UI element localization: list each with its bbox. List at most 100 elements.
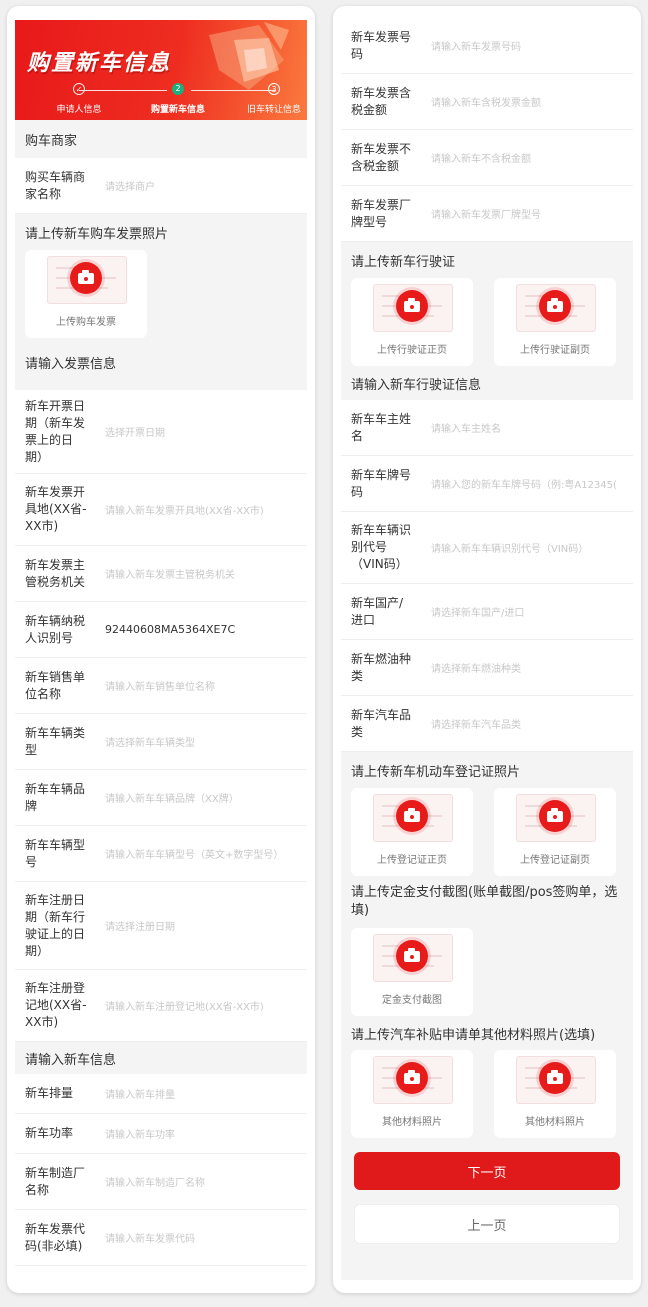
register-place-input[interactable]: 请输入新车注册登记地(XX省-XX市) (105, 998, 264, 1013)
field-label: 新车发票代码(非必填) (25, 1221, 86, 1253)
field-label: 新车车辆识别代号（VIN码） (351, 523, 412, 571)
step-1-label: 申请人信息 (56, 105, 102, 115)
section-newcar-info-title: 请输入新车信息 (15, 1042, 307, 1074)
section-registration-upload-title: 请上传新车机动车登记证照片 (341, 752, 633, 788)
field-label: 新车发票主管税务机关 (25, 557, 86, 589)
header-banner: 购置新车信息 ✓ 2 3 申请人信息 购置新车信息 旧车转让信息 (15, 20, 307, 120)
form-row-register-date[interactable]: 新车注册日期（新车行驶证上的日期） 请选择注册日期 (15, 882, 307, 970)
form-row-origin[interactable]: 新车国产/进口 请选择新车国产/进口 (341, 584, 633, 640)
taxpayer-id-input[interactable]: 92440608MA5364XE7C (105, 623, 235, 636)
form-row-plate-number[interactable]: 新车车牌号码 请输入您的新车车牌号码（例:粤A12345( (341, 456, 633, 512)
vehicle-model-input[interactable]: 请输入新车车辆型号（英文+数字型号） (105, 846, 283, 861)
vehicle-type-select[interactable]: 请选择新车车辆类型 (105, 734, 195, 749)
field-label: 新车排量 (25, 1086, 74, 1100)
register-date-picker[interactable]: 请选择注册日期 (105, 918, 175, 933)
section-invoice-info-title: 请输入发票信息 (15, 342, 307, 382)
field-label: 新车汽车品类 (351, 707, 412, 739)
field-label: 新车销售单位名称 (25, 669, 86, 701)
field-label: 购买车辆商家名称 (25, 169, 86, 201)
manufacturer-input[interactable]: 请输入新车制造厂名称 (105, 1174, 205, 1189)
upload-registration-back-tile[interactable]: 上传登记证副页 (494, 788, 616, 876)
field-label: 新车车辆类型 (25, 725, 86, 757)
brand-model-input[interactable]: 请输入新车发票厂牌型号 (431, 206, 541, 221)
invoice-date-picker[interactable]: 选择开票日期 (105, 424, 165, 439)
origin-select[interactable]: 请选择新车国产/进口 (431, 604, 524, 619)
form-row-power[interactable]: 新车功率 请输入新车功率 (15, 1114, 307, 1154)
owner-name-input[interactable]: 请输入车主姓名 (431, 420, 501, 435)
plate-number-input[interactable]: 请输入您的新车车牌号码（例:粤A12345( (431, 476, 617, 491)
form-row-invoice-place[interactable]: 新车发票开具地(XX省-XX市) 请输入新车发票开具地(XX省-XX市) (15, 474, 307, 546)
car-category-select[interactable]: 请选择新车汽车品类 (431, 716, 521, 731)
fuel-type-select[interactable]: 请选择新车燃油种类 (431, 660, 521, 675)
upload-label: 上传行驶证副页 (520, 345, 590, 356)
field-label: 新车发票厂牌型号 (351, 197, 412, 229)
form-row-vehicle-model[interactable]: 新车车辆型号 请输入新车车辆型号（英文+数字型号） (15, 826, 307, 882)
form-row-manufacturer[interactable]: 新车制造厂名称 请输入新车制造厂名称 (15, 1154, 307, 1210)
step-progress: ✓ 2 3 申请人信息 购置新车信息 旧车转让信息 (15, 82, 307, 120)
section-invoice-upload-title: 请上传新车购车发票照片 (15, 214, 307, 250)
step-1-check-icon: ✓ (73, 83, 85, 95)
upload-other-material-tile-2[interactable]: 其他材料照片 (494, 1050, 616, 1138)
form-row-fuel-type[interactable]: 新车燃油种类 请选择新车燃油种类 (341, 640, 633, 696)
section-deposit-upload-title: 请上传定金支付截图(账单截图/pos签购单，选填) (341, 876, 633, 928)
amount-without-tax-input[interactable]: 请输入新车不含税金额 (431, 150, 531, 165)
invoice-place-input[interactable]: 请输入新车发票开具地(XX省-XX市) (105, 502, 264, 517)
form-row-dealer[interactable]: 购买车辆商家名称 请选择商户 (15, 158, 307, 214)
step-2-indicator: 2 (172, 83, 184, 95)
upload-label: 定金支付截图 (382, 995, 442, 1006)
form-row-invoice-number[interactable]: 新车发票号码 请输入新车发票号码 (341, 18, 633, 74)
step-2-label: 购置新车信息 (150, 105, 206, 115)
upload-deposit-tile[interactable]: 定金支付截图 (351, 928, 473, 1016)
amount-with-tax-input[interactable]: 请输入新车含税发票金额 (431, 94, 541, 109)
displacement-input[interactable]: 请输入新车排量 (105, 1086, 175, 1101)
field-label: 新车车辆品牌 (25, 781, 86, 813)
form-row-displacement[interactable]: 新车排量 请输入新车排量 (15, 1074, 307, 1114)
field-label: 新车燃油种类 (351, 651, 412, 683)
previous-page-button[interactable]: 上一页 (354, 1204, 620, 1244)
form-row-brand-model[interactable]: 新车发票厂牌型号 请输入新车发票厂牌型号 (341, 186, 633, 242)
form-row-vehicle-brand[interactable]: 新车车辆品牌 请输入新车车辆品牌（XX牌） (15, 770, 307, 826)
vin-input[interactable]: 请输入新车车辆识别代号（VIN码） (431, 540, 588, 555)
form-row-tax-office[interactable]: 新车发票主管税务机关 请输入新车发票主管税务机关 (15, 546, 307, 602)
invoice-upload-section: 请上传新车购车发票照片 上传购车发票 请输入发票信息 (15, 214, 307, 390)
camera-icon (539, 800, 571, 832)
next-page-button[interactable]: 下一页 (354, 1152, 620, 1190)
form-row-invoice-code[interactable]: 新车发票代码(非必填) 请输入新车发票代码 (15, 1210, 307, 1266)
invoice-number-input[interactable]: 请输入新车发票号码 (431, 38, 521, 53)
form-row-car-category[interactable]: 新车汽车品类 请选择新车汽车品类 (341, 696, 633, 752)
upload-registration-front-tile[interactable]: 上传登记证正页 (351, 788, 473, 876)
section-dealer-title: 购车商家 (15, 120, 307, 158)
field-label: 新车车主姓名 (351, 411, 412, 443)
camera-icon (70, 262, 102, 294)
field-label: 新车车辆型号 (25, 837, 86, 869)
field-label: 新车车牌号码 (351, 467, 412, 499)
upload-invoice-tile[interactable]: 上传购车发票 (25, 250, 147, 338)
upload-label: 其他材料照片 (525, 1117, 585, 1128)
form-row-register-place[interactable]: 新车注册登记地(XX省-XX市) 请输入新车注册登记地(XX省-XX市) (15, 970, 307, 1042)
seller-name-input[interactable]: 请输入新车销售单位名称 (105, 678, 215, 693)
upload-other-material-tile-1[interactable]: 其他材料照片 (351, 1050, 473, 1138)
form-row-amount-with-tax[interactable]: 新车发票含税金额 请输入新车含税发票金额 (341, 74, 633, 130)
section-license-upload-title: 请上传新车行驶证 (341, 242, 633, 278)
form-row-owner-name[interactable]: 新车车主姓名 请输入车主姓名 (341, 400, 633, 456)
page-title: 购置新车信息 (27, 51, 172, 76)
upload-label: 上传登记证副页 (520, 855, 590, 866)
section-subsidy-upload-title: 请上传汽车补贴申请单其他材料照片(选填) (341, 1016, 633, 1050)
dealer-select[interactable]: 请选择商户 (105, 178, 155, 193)
form-row-taxpayer-id[interactable]: 新车辆纳税人识别号 92440608MA5364XE7C (15, 602, 307, 658)
power-input[interactable]: 请输入新车功率 (105, 1126, 175, 1141)
form-row-vehicle-type[interactable]: 新车车辆类型 请选择新车车辆类型 (15, 714, 307, 770)
field-label: 新车注册日期（新车行驶证上的日期） (25, 892, 86, 958)
upload-license-front-tile[interactable]: 上传行驶证正页 (351, 278, 473, 366)
vehicle-brand-input[interactable]: 请输入新车车辆品牌（XX牌） (105, 790, 239, 805)
upload-license-back-tile[interactable]: 上传行驶证副页 (494, 278, 616, 366)
form-row-amount-without-tax[interactable]: 新车发票不含税金额 请输入新车不含税金额 (341, 130, 633, 186)
camera-icon (539, 1062, 571, 1094)
upload-label: 上传购车发票 (56, 317, 116, 328)
form-row-vin[interactable]: 新车车辆识别代号（VIN码） 请输入新车车辆识别代号（VIN码） (341, 512, 633, 584)
tax-office-input[interactable]: 请输入新车发票主管税务机关 (105, 566, 235, 581)
invoice-code-input[interactable]: 请输入新车发票代码 (105, 1230, 195, 1245)
form-row-seller-name[interactable]: 新车销售单位名称 请输入新车销售单位名称 (15, 658, 307, 714)
form-row-invoice-date[interactable]: 新车开票日期（新车发票上的日期） 选择开票日期 (15, 390, 307, 474)
camera-icon (396, 1062, 428, 1094)
